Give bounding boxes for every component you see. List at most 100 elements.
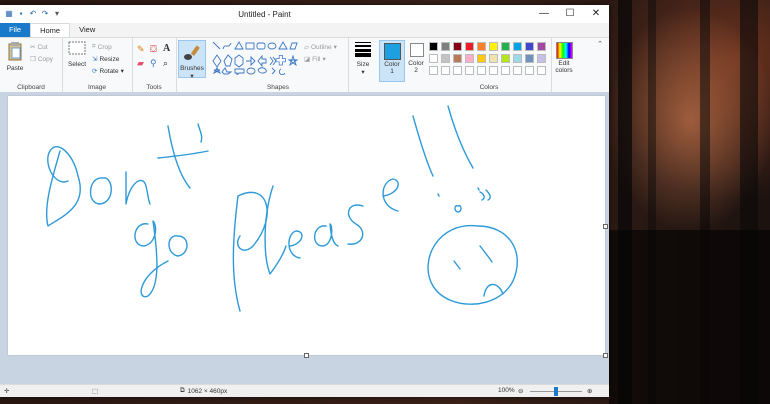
outline-button[interactable]: ▱ Outline ▾ — [304, 43, 337, 52]
palette-swatch[interactable] — [477, 54, 486, 63]
brush-icon — [184, 45, 200, 60]
custom-color-slot[interactable] — [489, 66, 498, 75]
custom-color-slot[interactable] — [513, 66, 522, 75]
custom-color-slot[interactable] — [441, 66, 450, 75]
close-button[interactable]: ✕ — [583, 5, 609, 23]
palette-swatch[interactable] — [441, 54, 450, 63]
brushes-button[interactable]: Brushes ▾ — [178, 40, 206, 80]
zoom-in-button[interactable]: ⊕ — [587, 387, 592, 395]
palette-swatch[interactable] — [465, 42, 474, 51]
rotate-icon: ⟳ — [92, 68, 98, 75]
maximize-button[interactable]: ☐ — [557, 5, 583, 23]
shapes-group-label: Shapes — [266, 84, 290, 91]
tools-group-label: Tools — [146, 84, 162, 91]
image-dimensions: ⧉ 1062 × 460px — [180, 387, 228, 395]
palette-swatch[interactable] — [453, 42, 462, 51]
tab-view[interactable]: View — [70, 23, 104, 37]
size-button[interactable]: Size ▾ — [351, 41, 375, 76]
palette-swatch[interactable] — [429, 54, 438, 63]
crop-button[interactable]: ⌗ Crop — [92, 43, 112, 51]
stroke-small-mark — [479, 189, 491, 201]
clipboard-group: Paste ✂ Cut ❐ Copy Clipboard — [0, 38, 63, 92]
palette-swatch[interactable] — [525, 42, 534, 51]
palette-swatch[interactable] — [477, 42, 486, 51]
collapse-ribbon-icon[interactable]: ⌃ — [597, 40, 603, 48]
zoom-percentage: 100% — [498, 387, 515, 394]
chevron-down-icon: ▾ — [361, 69, 365, 76]
stroke-sad-face-mouth — [483, 283, 504, 297]
palette-swatch[interactable] — [513, 54, 522, 63]
custom-color-slot[interactable] — [537, 66, 546, 75]
color-picker-icon[interactable]: ⚲ — [150, 58, 157, 69]
palette-swatch[interactable] — [501, 54, 510, 63]
custom-color-slot[interactable] — [501, 66, 510, 75]
canvas-resize-handle[interactable] — [603, 224, 608, 229]
canvas-resize-handle[interactable] — [304, 353, 309, 358]
custom-color-slot[interactable] — [429, 66, 438, 75]
palette-swatch[interactable] — [501, 42, 510, 51]
customize-quick-access-icon[interactable]: ▾ — [53, 10, 61, 18]
selection-size: ⬚ — [92, 387, 98, 395]
ribbon-tabs: File Home View — [0, 23, 609, 37]
shapes-gallery[interactable] — [212, 41, 298, 75]
stroke-letter-e — [288, 230, 303, 259]
magnifier-icon[interactable]: ⌕ — [163, 58, 168, 69]
paste-button[interactable]: Paste — [4, 41, 26, 72]
pencil-icon[interactable]: ✎ — [137, 44, 145, 55]
fill-bucket-icon[interactable]: ⛋ — [150, 44, 157, 55]
stroke-letter-t — [157, 125, 209, 189]
stroke-letter-o — [89, 177, 112, 205]
drawing-canvas[interactable] — [8, 96, 608, 358]
tab-home[interactable]: Home — [30, 23, 71, 37]
zoom-slider-thumb[interactable] — [554, 387, 558, 396]
stroke-letter-l — [264, 185, 287, 275]
stroke-letter-p — [232, 191, 268, 312]
palette-swatch[interactable] — [489, 42, 498, 51]
eraser-icon[interactable]: ▰ — [137, 58, 144, 69]
text-tool-icon[interactable]: A — [163, 43, 170, 54]
palette-swatch[interactable] — [513, 42, 522, 51]
copy-button[interactable]: ❐ Copy — [30, 55, 53, 64]
custom-color-slot[interactable] — [477, 66, 486, 75]
clipboard-group-label: Clipboard — [17, 84, 45, 91]
palette-swatch[interactable] — [441, 42, 450, 51]
palette-swatch[interactable] — [453, 54, 462, 63]
custom-color-slot[interactable] — [465, 66, 474, 75]
color2-swatch — [410, 43, 424, 57]
color-spectrum-icon — [556, 42, 573, 59]
zoom-slider[interactable] — [530, 387, 582, 396]
palette-swatch[interactable] — [537, 42, 546, 51]
save-icon[interactable]: ▪ — [17, 10, 25, 18]
redo-icon[interactable]: ↷ — [41, 10, 49, 18]
select-rectangle-icon — [68, 41, 86, 55]
handwritten-drawing — [45, 105, 518, 312]
outline-icon: ▱ — [304, 44, 309, 51]
rotate-button[interactable]: ⟳ Rotate ▾ — [92, 67, 124, 76]
fill-button[interactable]: ◪ Fill ▾ — [304, 55, 326, 64]
undo-icon[interactable]: ↶ — [29, 10, 37, 18]
palette-swatch[interactable] — [525, 54, 534, 63]
palette-swatch[interactable] — [489, 54, 498, 63]
color2-button[interactable]: Color 2 — [405, 38, 427, 92]
palette-swatch[interactable] — [465, 54, 474, 63]
edit-colors-button[interactable]: Edit colors — [551, 38, 577, 92]
custom-color-slot[interactable] — [525, 66, 534, 75]
shapes-group: ▱ Outline ▾ ◪ Fill ▾ Shapes — [208, 38, 349, 92]
custom-color-slot[interactable] — [453, 66, 462, 75]
fill-icon: ◪ — [304, 56, 311, 63]
minimize-button[interactable]: — — [531, 5, 557, 23]
canvas-resize-handle[interactable] — [603, 353, 608, 358]
color1-button[interactable]: Color 1 — [379, 40, 405, 82]
resize-button[interactable]: ⇲ Resize — [92, 55, 119, 64]
cut-button[interactable]: ✂ Cut — [30, 43, 48, 52]
select-button[interactable]: Select — [66, 41, 88, 68]
tools-group: ✎ ⛋ A ▰ ⚲ ⌕ Tools — [132, 38, 177, 92]
zoom-out-button[interactable]: ⊖ — [518, 387, 523, 395]
resize-icon: ⇲ — [92, 56, 98, 63]
image-group-label: Image — [87, 84, 107, 91]
tab-file[interactable]: File — [0, 23, 31, 37]
color1-swatch — [384, 43, 401, 60]
copy-icon: ❐ — [30, 56, 36, 63]
palette-swatch[interactable] — [429, 42, 438, 51]
palette-swatch[interactable] — [537, 54, 546, 63]
